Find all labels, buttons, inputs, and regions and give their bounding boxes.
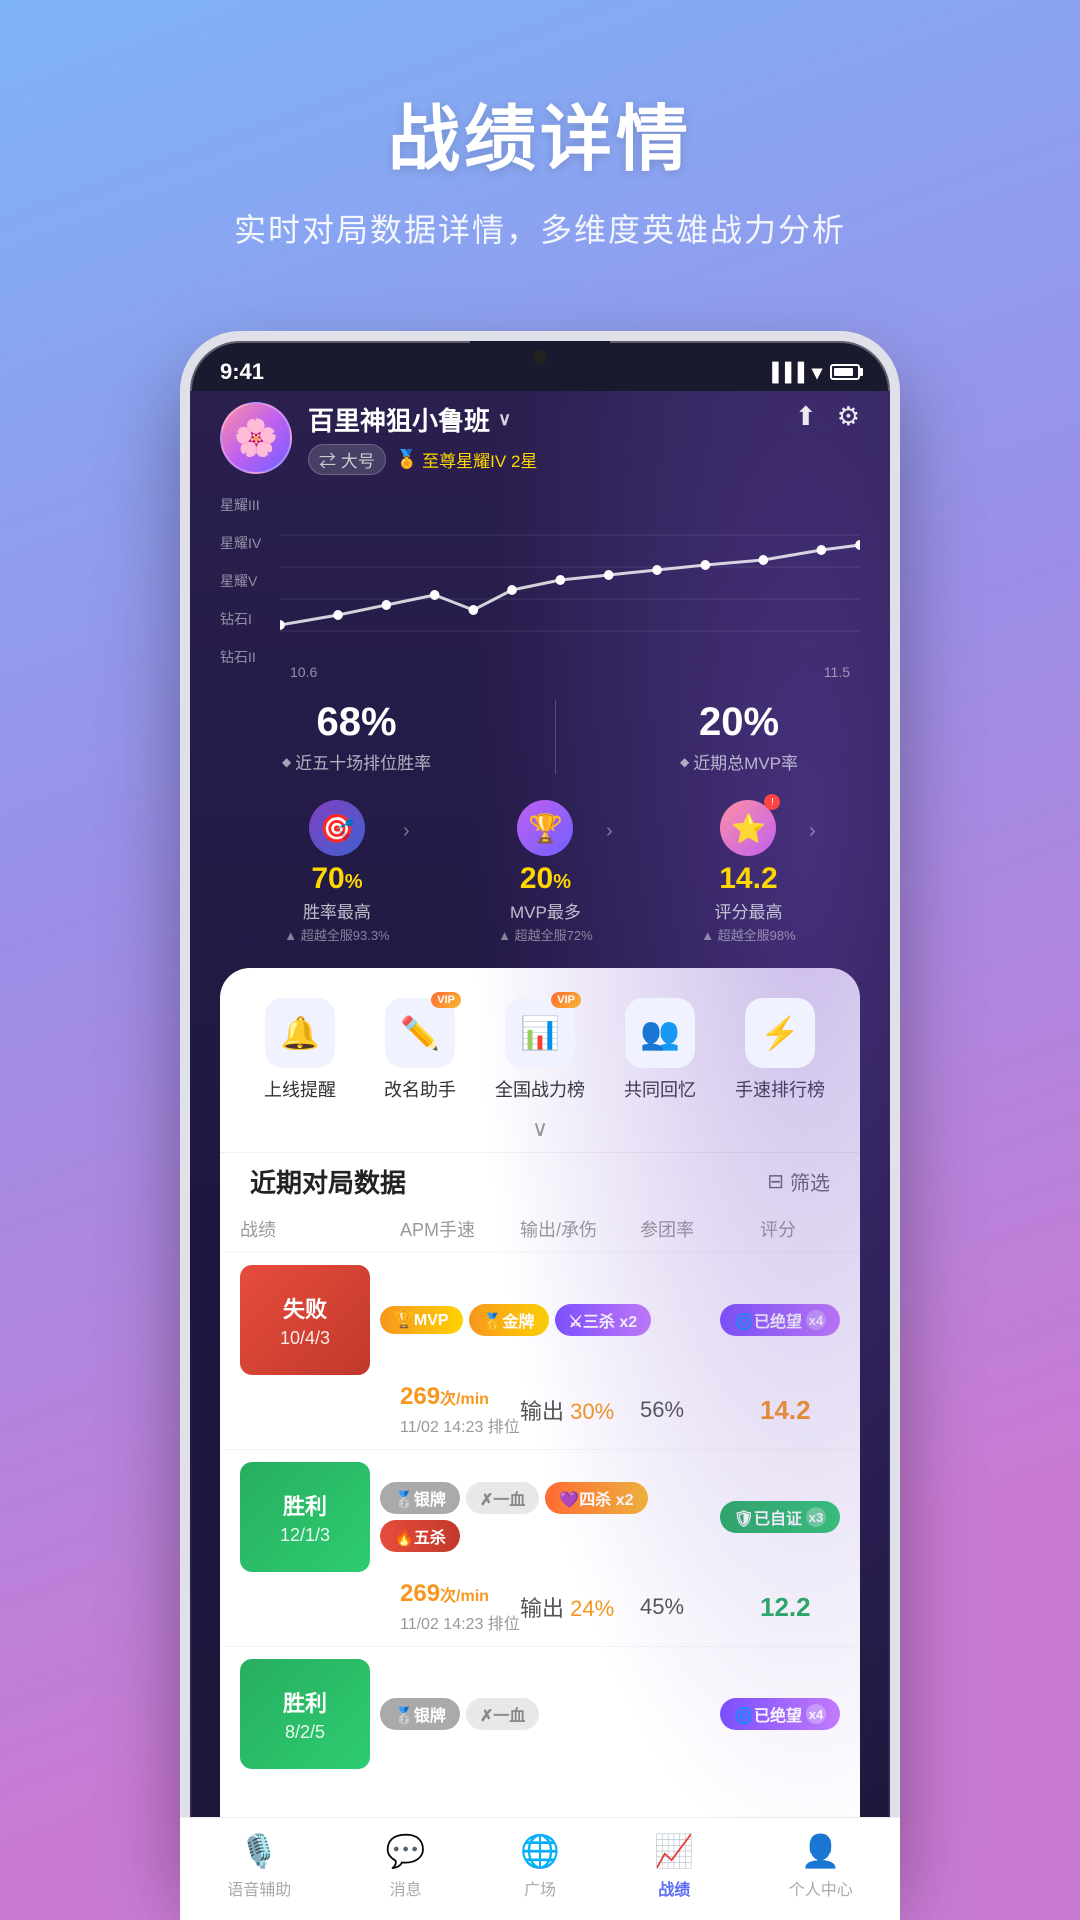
rank-chart-icon: 📊 VIP [505, 998, 575, 1068]
bottom-nav: 🎙️ 语音辅助 💬 消息 🌐 广场 📈 战绩 👤 个人中心 [180, 1817, 900, 1920]
chart-x-labels: 10.6 11.5 [280, 664, 860, 680]
nav-stats[interactable]: 📈 战绩 [654, 1832, 694, 1900]
hero-rating-value: 14.2 [719, 862, 777, 896]
hero-subtitle: 实时对局数据详情，多维度英雄战力分析 [40, 205, 1040, 251]
profile-actions: ⬆ ⚙ [795, 401, 860, 432]
bell-icon: 🔔 [265, 998, 335, 1068]
profile-section: 🌸 百里神狙小鲁班 ∨ ⇄ 大号 🏅 至尊星耀IV 2星 [190, 391, 890, 1877]
result-badge-victory-3: 胜利 8/2/5 [240, 1659, 370, 1769]
hero-winrate-sub: ▲ 超越全服93.3% [284, 925, 389, 944]
hero-stats-row: 🎯 70% 胜率最高 ▲ 超越全服93.3% › 🏆 20% MVP最多 ▲ 超… [220, 784, 860, 968]
hero-header: 战绩详情 实时对局数据详情，多维度英雄战力分析 [0, 0, 1080, 291]
diamond-icon: ◆ [282, 755, 291, 769]
win-rate-label: ◆ 近五十场排位胜率 [282, 749, 431, 774]
col-result: 战绩 [240, 1216, 400, 1242]
win-rate-stat: 68% ◆ 近五十场排位胜率 [282, 700, 431, 774]
tag-mvp: 🏆MVP [380, 1306, 463, 1334]
battery-icon [830, 364, 860, 380]
feature-online-remind[interactable]: 🔔 上线提醒 [240, 998, 360, 1102]
tag-silver: 🥈银牌 [380, 1482, 460, 1514]
result-badge-defeat: 失败 10/4/3 [240, 1265, 370, 1375]
hero-stat-winrate[interactable]: 🎯 70% 胜率最高 ▲ 超越全服93.3% › [284, 800, 389, 944]
hero-stat-avatar-1: 🎯 [309, 800, 365, 856]
nav-label-stats: 战绩 [658, 1876, 690, 1900]
mvp-rate-value: 20% [680, 700, 798, 745]
chart-area: 星耀III 星耀IV 星耀V 钻石I 钻石II [220, 485, 860, 680]
profile-name[interactable]: 百里神狙小鲁班 ∨ [308, 401, 860, 438]
hero-stat-avatar-2: 🏆 [517, 800, 573, 856]
nav-profile[interactable]: 👤 个人中心 [789, 1832, 853, 1900]
nav-label-message: 消息 [390, 1876, 422, 1900]
win-rate-value: 68% [282, 700, 431, 745]
status-indicators: ▐▐▐ ▾ [766, 360, 860, 385]
message-icon: 💬 [386, 1832, 426, 1870]
vip-badge-1: VIP [431, 992, 461, 1008]
phone-mockup: 9:41 ▐▐▐ ▾ 🌸 百里神狙小鲁班 ∨ [180, 331, 900, 1887]
hero-title: 战绩详情 [40, 80, 1040, 185]
share-icon[interactable]: ⬆ [795, 401, 817, 432]
phone-notch [470, 341, 610, 373]
profile-row: 🌸 百里神狙小鲁班 ∨ ⇄ 大号 🏅 至尊星耀IV 2星 [220, 401, 860, 475]
hero-stat-rating[interactable]: ⭐ ! 14.2 评分最高 ▲ 超越全服98% › [701, 800, 796, 944]
speed-icon: ⚡ [745, 998, 815, 1068]
section-title: 近期对局数据 [250, 1163, 406, 1200]
feature-label-1: 上线提醒 [264, 1076, 336, 1102]
chevron-right-icon-3: › [809, 820, 816, 843]
main-account-badge: ⇄ 大号 [308, 444, 386, 475]
hero-mvp-value: 20% [520, 862, 571, 896]
vip-badge-2: VIP [551, 992, 581, 1008]
chevron-right-icon: › [403, 820, 410, 843]
nav-label-profile: 个人中心 [789, 1876, 853, 1900]
dropdown-arrow-icon[interactable]: ∨ [498, 409, 511, 430]
stats-row: 68% ◆ 近五十场排位胜率 20% ◆ 近期总MVP率 [220, 680, 860, 784]
nav-voice[interactable]: 🎙️ 语音辅助 [227, 1832, 291, 1900]
diamond-icon-2: ◆ [680, 755, 689, 769]
feature-label-2: 改名助手 [384, 1076, 456, 1102]
profile-badges: ⇄ 大号 🏅 至尊星耀IV 2星 [308, 444, 860, 475]
hero-winrate-label: 胜率最高 [303, 898, 371, 923]
status-time: 9:41 [220, 359, 264, 385]
nav-label-voice: 语音辅助 [227, 1876, 291, 1900]
chart-y-labels: 星耀III 星耀IV 星耀V 钻石I 钻石II [220, 495, 280, 667]
hero-mvp-label: MVP最多 [510, 898, 581, 923]
signal-icon: ▐▐▐ [766, 362, 804, 383]
rank-chart [280, 495, 860, 655]
rank-badge: 🏅 至尊星耀IV 2星 [396, 447, 538, 472]
chevron-right-icon-2: › [606, 820, 613, 843]
phone-frame: 9:41 ▐▐▐ ▾ 🌸 百里神狙小鲁班 ∨ [180, 331, 900, 1887]
feature-rename[interactable]: ✏️ VIP 改名助手 [360, 998, 480, 1102]
pencil-icon: ✏️ VIP [385, 998, 455, 1068]
avatar[interactable]: 🌸 [220, 402, 292, 474]
users-icon: 👥 [625, 998, 695, 1068]
voice-icon: 🎙️ [239, 1832, 279, 1870]
profile-info: 百里神狙小鲁班 ∨ ⇄ 大号 🏅 至尊星耀IV 2星 [308, 401, 860, 475]
hero-rating-label: 评分最高 [714, 898, 782, 923]
mvp-rate-label: ◆ 近期总MVP率 [680, 749, 798, 774]
nav-label-plaza: 广场 [524, 1876, 556, 1900]
tag-penta: 🔥五杀 [380, 1520, 460, 1552]
phone-camera [533, 350, 547, 364]
hero-rating-sub: ▲ 超越全服98% [701, 925, 796, 944]
notification-badge: ! [764, 794, 780, 810]
hero-stat-mvp[interactable]: 🏆 20% MVP最多 ▲ 超越全服72% › [498, 800, 593, 944]
nav-plaza[interactable]: 🌐 广场 [520, 1832, 560, 1900]
hero-mvp-sub: ▲ 超越全服72% [498, 925, 593, 944]
rank-icon: 🏅 [396, 449, 418, 470]
profile-icon: 👤 [801, 1832, 841, 1870]
wifi-icon: ▾ [812, 360, 822, 385]
tag-silver-3: 🥈银牌 [380, 1698, 460, 1730]
result-badge-victory: 胜利 12/1/3 [240, 1462, 370, 1572]
settings-icon[interactable]: ⚙ [837, 401, 860, 432]
hero-winrate-value: 70% [311, 862, 362, 896]
globe-icon: 🌐 [520, 1832, 560, 1870]
mvp-rate-stat: 20% ◆ 近期总MVP率 [680, 700, 798, 774]
stats-icon: 📈 [654, 1832, 694, 1870]
nav-message[interactable]: 💬 消息 [386, 1832, 426, 1900]
